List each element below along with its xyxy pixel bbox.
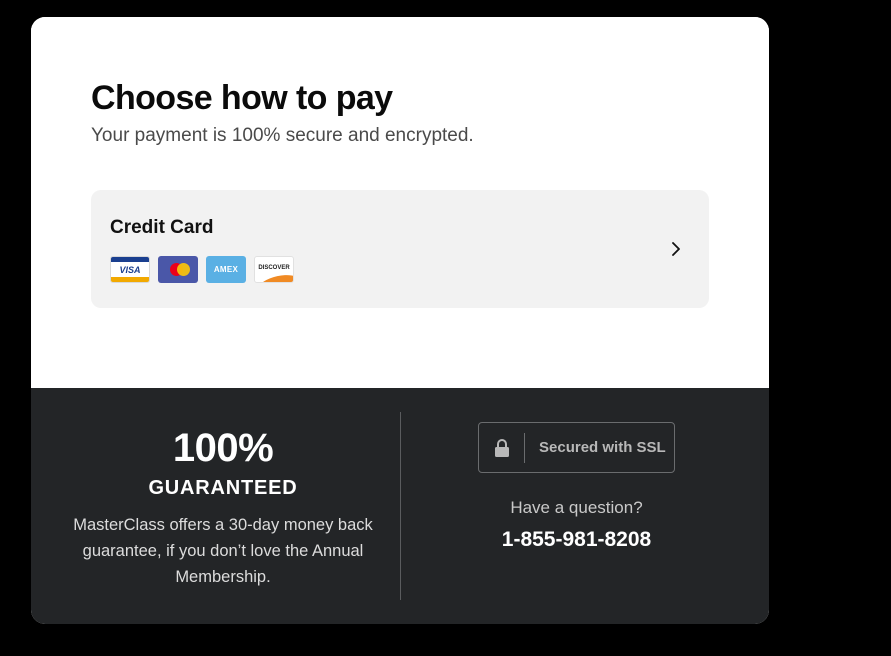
page-title: Choose how to pay xyxy=(91,79,393,117)
visa-logo: VISA xyxy=(110,256,150,283)
ssl-badge: Secured with SSL xyxy=(478,422,675,473)
guarantee-percent: 100% xyxy=(172,426,274,470)
credit-card-label: Credit Card xyxy=(110,217,214,238)
support-phone[interactable]: 1-855-981-8208 xyxy=(447,528,706,552)
ssl-separator xyxy=(524,433,525,463)
card-logos: VISA AMEX DISCOVER xyxy=(110,256,294,283)
payment-modal: Choose how to pay Your payment is 100% s… xyxy=(31,17,769,624)
footer-divider xyxy=(400,412,401,600)
support-question: Have a question? xyxy=(510,498,643,517)
guarantee-description: MasterClass offers a 30-day money back g… xyxy=(73,516,373,586)
guarantee-title: GUARANTEED xyxy=(148,477,298,499)
payment-method-section: Choose how to pay Your payment is 100% s… xyxy=(31,17,769,388)
credit-card-option[interactable]: Credit Card VISA AMEX DISCOVER xyxy=(91,190,709,308)
amex-logo: AMEX xyxy=(206,256,246,283)
mastercard-logo xyxy=(158,256,198,283)
footer-section: 100% GUARANTEED MasterClass offers a 30-… xyxy=(31,388,769,624)
ssl-label: Secured with SSL xyxy=(539,439,666,456)
lock-icon xyxy=(495,439,509,457)
chevron-right-icon xyxy=(672,242,680,256)
discover-logo: DISCOVER xyxy=(254,256,294,283)
page-subtitle: Your payment is 100% secure and encrypte… xyxy=(91,125,474,146)
